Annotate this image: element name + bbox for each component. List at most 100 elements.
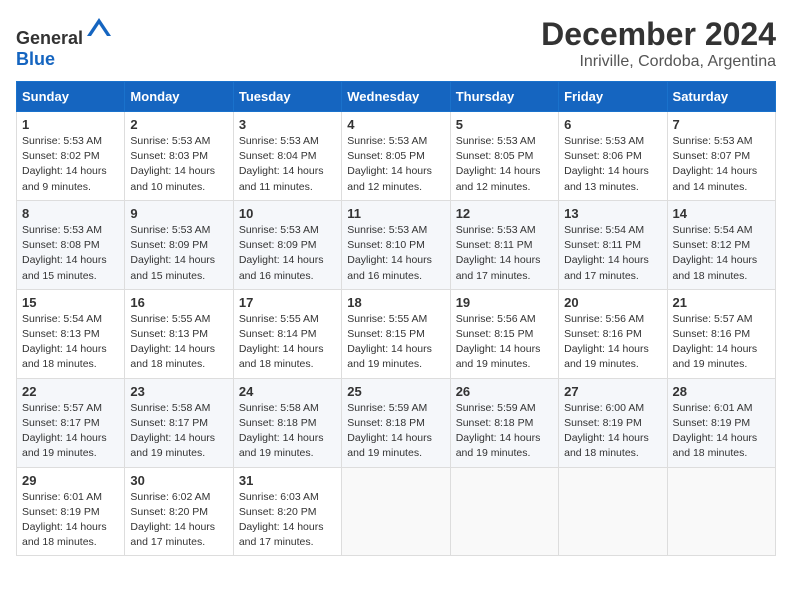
day-number: 27 (564, 384, 661, 399)
calendar-header-monday: Monday (125, 82, 233, 112)
calendar-header-sunday: Sunday (17, 82, 125, 112)
calendar-cell: 12 Sunrise: 5:53 AM Sunset: 8:11 PM Dayl… (450, 200, 558, 289)
day-info: Sunrise: 6:03 AM Sunset: 8:20 PM Dayligh… (239, 490, 336, 551)
calendar-cell: 7 Sunrise: 5:53 AM Sunset: 8:07 PM Dayli… (667, 112, 775, 201)
day-info: Sunrise: 5:53 AM Sunset: 8:02 PM Dayligh… (22, 134, 119, 195)
calendar-cell: 15 Sunrise: 5:54 AM Sunset: 8:13 PM Dayl… (17, 289, 125, 378)
calendar-cell: 8 Sunrise: 5:53 AM Sunset: 8:08 PM Dayli… (17, 200, 125, 289)
day-info: Sunrise: 5:55 AM Sunset: 8:14 PM Dayligh… (239, 312, 336, 373)
day-info: Sunrise: 6:01 AM Sunset: 8:19 PM Dayligh… (22, 490, 119, 551)
calendar-cell: 9 Sunrise: 5:53 AM Sunset: 8:09 PM Dayli… (125, 200, 233, 289)
day-number: 10 (239, 206, 336, 221)
calendar-cell (667, 467, 775, 556)
logo-blue: Blue (16, 49, 55, 69)
day-number: 17 (239, 295, 336, 310)
day-info: Sunrise: 6:02 AM Sunset: 8:20 PM Dayligh… (130, 490, 227, 551)
day-number: 31 (239, 473, 336, 488)
day-number: 20 (564, 295, 661, 310)
day-number: 25 (347, 384, 444, 399)
calendar-header-friday: Friday (559, 82, 667, 112)
day-info: Sunrise: 6:00 AM Sunset: 8:19 PM Dayligh… (564, 401, 661, 462)
calendar-cell: 20 Sunrise: 5:56 AM Sunset: 8:16 PM Dayl… (559, 289, 667, 378)
day-info: Sunrise: 5:57 AM Sunset: 8:17 PM Dayligh… (22, 401, 119, 462)
day-info: Sunrise: 5:53 AM Sunset: 8:09 PM Dayligh… (130, 223, 227, 284)
day-number: 30 (130, 473, 227, 488)
day-info: Sunrise: 5:53 AM Sunset: 8:08 PM Dayligh… (22, 223, 119, 284)
day-number: 11 (347, 206, 444, 221)
day-info: Sunrise: 5:55 AM Sunset: 8:15 PM Dayligh… (347, 312, 444, 373)
calendar-cell: 19 Sunrise: 5:56 AM Sunset: 8:15 PM Dayl… (450, 289, 558, 378)
day-info: Sunrise: 5:54 AM Sunset: 8:11 PM Dayligh… (564, 223, 661, 284)
day-number: 9 (130, 206, 227, 221)
day-info: Sunrise: 5:57 AM Sunset: 8:16 PM Dayligh… (673, 312, 770, 373)
calendar-cell (559, 467, 667, 556)
day-number: 21 (673, 295, 770, 310)
calendar-header-thursday: Thursday (450, 82, 558, 112)
day-info: Sunrise: 5:53 AM Sunset: 8:05 PM Dayligh… (347, 134, 444, 195)
day-number: 8 (22, 206, 119, 221)
calendar-cell: 16 Sunrise: 5:55 AM Sunset: 8:13 PM Dayl… (125, 289, 233, 378)
day-info: Sunrise: 5:53 AM Sunset: 8:03 PM Dayligh… (130, 134, 227, 195)
day-info: Sunrise: 5:54 AM Sunset: 8:13 PM Dayligh… (22, 312, 119, 373)
day-number: 18 (347, 295, 444, 310)
calendar-week-5: 29 Sunrise: 6:01 AM Sunset: 8:19 PM Dayl… (17, 467, 776, 556)
logo: General Blue (16, 16, 113, 70)
calendar-cell: 27 Sunrise: 6:00 AM Sunset: 8:19 PM Dayl… (559, 378, 667, 467)
day-info: Sunrise: 5:54 AM Sunset: 8:12 PM Dayligh… (673, 223, 770, 284)
page-subtitle: Inriville, Cordoba, Argentina (541, 53, 776, 71)
calendar-cell: 22 Sunrise: 5:57 AM Sunset: 8:17 PM Dayl… (17, 378, 125, 467)
day-number: 26 (456, 384, 553, 399)
calendar-week-1: 1 Sunrise: 5:53 AM Sunset: 8:02 PM Dayli… (17, 112, 776, 201)
day-number: 15 (22, 295, 119, 310)
day-number: 16 (130, 295, 227, 310)
day-number: 12 (456, 206, 553, 221)
calendar-cell: 13 Sunrise: 5:54 AM Sunset: 8:11 PM Dayl… (559, 200, 667, 289)
calendar-cell: 4 Sunrise: 5:53 AM Sunset: 8:05 PM Dayli… (342, 112, 450, 201)
day-number: 28 (673, 384, 770, 399)
day-number: 24 (239, 384, 336, 399)
calendar-header-tuesday: Tuesday (233, 82, 341, 112)
day-info: Sunrise: 5:53 AM Sunset: 8:05 PM Dayligh… (456, 134, 553, 195)
page-header: General Blue December 2024 Inriville, Co… (16, 16, 776, 71)
calendar-cell: 10 Sunrise: 5:53 AM Sunset: 8:09 PM Dayl… (233, 200, 341, 289)
day-info: Sunrise: 5:56 AM Sunset: 8:15 PM Dayligh… (456, 312, 553, 373)
calendar-cell: 3 Sunrise: 5:53 AM Sunset: 8:04 PM Dayli… (233, 112, 341, 201)
calendar-cell: 5 Sunrise: 5:53 AM Sunset: 8:05 PM Dayli… (450, 112, 558, 201)
calendar-cell: 30 Sunrise: 6:02 AM Sunset: 8:20 PM Dayl… (125, 467, 233, 556)
logo-icon (85, 16, 113, 44)
day-number: 23 (130, 384, 227, 399)
calendar-cell: 18 Sunrise: 5:55 AM Sunset: 8:15 PM Dayl… (342, 289, 450, 378)
calendar-cell (450, 467, 558, 556)
calendar-cell: 29 Sunrise: 6:01 AM Sunset: 8:19 PM Dayl… (17, 467, 125, 556)
calendar-week-4: 22 Sunrise: 5:57 AM Sunset: 8:17 PM Dayl… (17, 378, 776, 467)
day-info: Sunrise: 5:53 AM Sunset: 8:09 PM Dayligh… (239, 223, 336, 284)
calendar-cell: 28 Sunrise: 6:01 AM Sunset: 8:19 PM Dayl… (667, 378, 775, 467)
day-number: 6 (564, 117, 661, 132)
day-info: Sunrise: 5:53 AM Sunset: 8:06 PM Dayligh… (564, 134, 661, 195)
calendar-cell: 31 Sunrise: 6:03 AM Sunset: 8:20 PM Dayl… (233, 467, 341, 556)
calendar-cell (342, 467, 450, 556)
calendar-cell: 25 Sunrise: 5:59 AM Sunset: 8:18 PM Dayl… (342, 378, 450, 467)
day-info: Sunrise: 5:58 AM Sunset: 8:17 PM Dayligh… (130, 401, 227, 462)
calendar-week-2: 8 Sunrise: 5:53 AM Sunset: 8:08 PM Dayli… (17, 200, 776, 289)
calendar-cell: 17 Sunrise: 5:55 AM Sunset: 8:14 PM Dayl… (233, 289, 341, 378)
calendar-header-wednesday: Wednesday (342, 82, 450, 112)
calendar-cell: 21 Sunrise: 5:57 AM Sunset: 8:16 PM Dayl… (667, 289, 775, 378)
day-number: 13 (564, 206, 661, 221)
calendar-cell: 26 Sunrise: 5:59 AM Sunset: 8:18 PM Dayl… (450, 378, 558, 467)
day-number: 4 (347, 117, 444, 132)
day-info: Sunrise: 5:53 AM Sunset: 8:04 PM Dayligh… (239, 134, 336, 195)
day-number: 1 (22, 117, 119, 132)
logo-text: General Blue (16, 16, 113, 70)
logo-general: General (16, 28, 83, 48)
day-number: 19 (456, 295, 553, 310)
day-info: Sunrise: 5:56 AM Sunset: 8:16 PM Dayligh… (564, 312, 661, 373)
calendar-cell: 11 Sunrise: 5:53 AM Sunset: 8:10 PM Dayl… (342, 200, 450, 289)
day-info: Sunrise: 6:01 AM Sunset: 8:19 PM Dayligh… (673, 401, 770, 462)
calendar-week-3: 15 Sunrise: 5:54 AM Sunset: 8:13 PM Dayl… (17, 289, 776, 378)
calendar-cell: 1 Sunrise: 5:53 AM Sunset: 8:02 PM Dayli… (17, 112, 125, 201)
day-info: Sunrise: 5:53 AM Sunset: 8:10 PM Dayligh… (347, 223, 444, 284)
title-area: December 2024 Inriville, Cordoba, Argent… (541, 16, 776, 71)
calendar-cell: 6 Sunrise: 5:53 AM Sunset: 8:06 PM Dayli… (559, 112, 667, 201)
day-number: 5 (456, 117, 553, 132)
